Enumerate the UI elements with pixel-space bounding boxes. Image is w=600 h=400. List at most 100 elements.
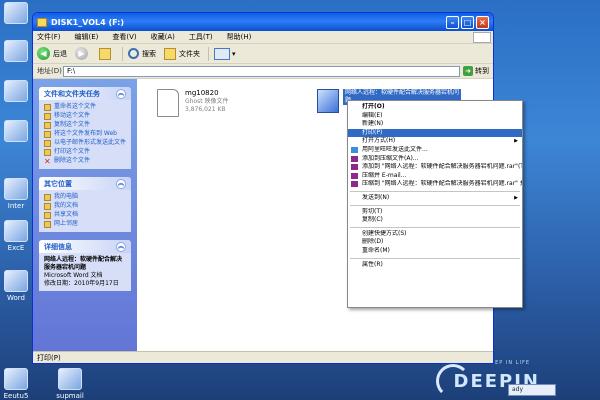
details-header[interactable]: 详细信息 ︽ [39, 240, 131, 253]
context-menu-item[interactable]: 用阿里旺旺发送此文件... [348, 146, 522, 155]
file-item[interactable]: mg10820 Ghost 映像文件 3,876,021 KB [157, 89, 229, 117]
chevron-down-icon: ▾ [232, 49, 236, 58]
place-network[interactable]: 网上邻居 [44, 220, 126, 228]
collapse-icon[interactable]: ︽ [116, 88, 126, 99]
folders-button[interactable]: 文件夹 [164, 47, 200, 60]
task-rename[interactable]: 重命名这个文件 [44, 103, 126, 111]
menu-item-label: 重命名(M) [362, 246, 390, 254]
context-menu-item[interactable]: 重命名(M) [348, 247, 522, 256]
task-print[interactable]: 打印这个文件 [44, 148, 126, 156]
network-icon [44, 221, 51, 228]
up-button[interactable] [99, 47, 114, 60]
menu-tools[interactable]: 工具(T) [189, 32, 213, 42]
documents-icon [44, 203, 51, 210]
place-label: 我的文档 [54, 202, 79, 209]
place-my-computer[interactable]: 我的电脑 [44, 193, 126, 201]
desktop-icon-label: supmail [56, 392, 84, 400]
context-menu-item[interactable]: 添加到 "网络人远程：软硬件配合解决服务器宕机问题.rar"(T) [348, 163, 522, 172]
context-menu-item[interactable]: 打开(O) [348, 103, 522, 112]
back-button[interactable]: ◀ 后退 [37, 47, 67, 60]
desktop-icon-word[interactable]: Word [0, 270, 36, 302]
file-size: 3,876,021 KB [185, 106, 226, 113]
menu-edit[interactable]: 编辑(E) [75, 32, 99, 42]
context-menu-item[interactable]: 删除(D) [348, 238, 522, 247]
go-button[interactable]: ➜ 转到 [463, 66, 489, 76]
search-button[interactable]: 搜索 [128, 48, 156, 59]
task-email[interactable]: 以电子邮件形式发送此文件 [44, 139, 126, 147]
task-move[interactable]: 移动这个文件 [44, 112, 126, 120]
place-label: 我的电脑 [54, 193, 79, 200]
search-icon [128, 48, 139, 59]
menu-file[interactable]: 文件(F) [37, 32, 61, 42]
menu-view[interactable]: 查看(V) [112, 32, 136, 42]
maximize-button[interactable]: □ [461, 15, 474, 29]
menu-item-label: 打开方式(H) [362, 137, 396, 145]
menu-favorites[interactable]: 收藏(A) [151, 32, 175, 42]
address-input[interactable]: F:\ [63, 65, 460, 77]
context-menu-item[interactable]: 新建(N) [348, 120, 522, 129]
task-copy[interactable]: 复制这个文件 [44, 121, 126, 129]
task-delete[interactable]: ✕ 删除这个文件 [44, 157, 126, 166]
details-panel: 详细信息 ︽ 网络人远程：软硬件配合解决服务器宕机问题 Microsoft Wo… [39, 240, 131, 291]
desktop-icon-inter[interactable]: Inter [0, 178, 36, 210]
menu-item-label: 用阿里旺旺发送此文件... [362, 145, 428, 153]
task-label: 打印这个文件 [54, 148, 91, 155]
desktop-icon-eeutu[interactable]: Eeutu5 [0, 368, 36, 400]
context-menu-item[interactable]: 添加到压缩文件(A)... [348, 155, 522, 164]
address-bar: 地址(D) F:\ ➜ 转到 [33, 64, 493, 79]
place-my-documents[interactable]: 我的文档 [44, 202, 126, 210]
menu-item-label: 添加到 "网络人远程：软硬件配合解决服务器宕机问题.rar"(T) [362, 163, 522, 171]
menu-help[interactable]: 帮助(H) [227, 32, 252, 42]
folders-label: 文件夹 [179, 49, 200, 58]
context-menu-item[interactable]: 属性(R) [348, 261, 522, 270]
shared-folder-icon [44, 212, 51, 219]
web-icon [44, 131, 51, 138]
menu-separator [350, 204, 520, 206]
winrar-icon [351, 155, 358, 162]
tray-chip[interactable]: ady [508, 384, 556, 396]
folder-icon [37, 17, 47, 27]
other-places-header[interactable]: 其它位置 ︽ [39, 177, 131, 190]
close-button[interactable]: × [476, 15, 489, 29]
views-button[interactable]: ▾ [214, 47, 236, 60]
menu-item-label: 复制(C) [362, 216, 383, 224]
menu-bar: 文件(F) 编辑(E) 查看(V) 收藏(A) 工具(T) 帮助(H) [33, 31, 493, 44]
context-menu-item[interactable]: 编辑(E) [348, 112, 522, 121]
desktop-icon-4[interactable] [0, 120, 36, 144]
rename-icon [44, 104, 51, 111]
file-tasks-header[interactable]: 文件和文件夹任务 ︽ [39, 87, 131, 100]
context-menu-item[interactable]: 创建快捷方式(S) [348, 230, 522, 239]
desktop-icon-supmail[interactable]: supmail [50, 368, 90, 400]
task-label: 移动这个文件 [54, 112, 91, 119]
desktop-icon-top[interactable] [0, 2, 36, 26]
folders-icon [164, 47, 176, 60]
app-icon [4, 80, 28, 102]
toolbar-separator [208, 46, 209, 61]
context-menu-item[interactable]: 压缩到 "网络人远程：软硬件配合解决服务器宕机问题.rar" 并 E-mail [348, 180, 522, 189]
winrar-icon [351, 164, 358, 171]
collapse-icon[interactable]: ︽ [116, 241, 126, 252]
search-label: 搜索 [142, 49, 156, 58]
desktop-icon-excel[interactable]: ExcE [0, 220, 36, 252]
context-menu-item[interactable]: 压缩并 E-mail... [348, 172, 522, 181]
context-menu-item[interactable]: 打印(P) [348, 128, 522, 138]
task-publish[interactable]: 将这个文件发布到 Web [44, 130, 126, 138]
title-bar[interactable]: DISK1_VOL4 (F:) – □ × [33, 13, 493, 31]
context-menu-item[interactable]: 打开方式(H) ▶ [348, 137, 522, 146]
task-label: 删除这个文件 [54, 157, 91, 164]
menu-item-label: 压缩到 "网络人远程：软硬件配合解决服务器宕机问题.rar" 并 E-mail [362, 180, 522, 188]
toolbar-separator [122, 46, 123, 61]
minimize-button[interactable]: – [446, 15, 459, 29]
context-menu-item[interactable]: 复制(C) [348, 216, 522, 225]
file-tasks-panel: 文件和文件夹任务 ︽ 重命名这个文件 移动这个文件 复制这个文件 将这个文件发布… [39, 87, 131, 169]
back-label: 后退 [53, 49, 67, 58]
context-menu-item[interactable]: 剪切(T) [348, 208, 522, 217]
context-menu-item[interactable]: 发送到(N) ▶ [348, 194, 522, 203]
forward-button[interactable]: ▶ [75, 47, 91, 60]
window-title: DISK1_VOL4 (F:) [51, 17, 124, 27]
desktop-icon-2[interactable] [0, 40, 36, 64]
excel-icon [4, 220, 28, 242]
desktop-icon-3[interactable] [0, 80, 36, 104]
collapse-icon[interactable]: ︽ [116, 178, 126, 189]
place-shared-documents[interactable]: 共享文档 [44, 211, 126, 219]
